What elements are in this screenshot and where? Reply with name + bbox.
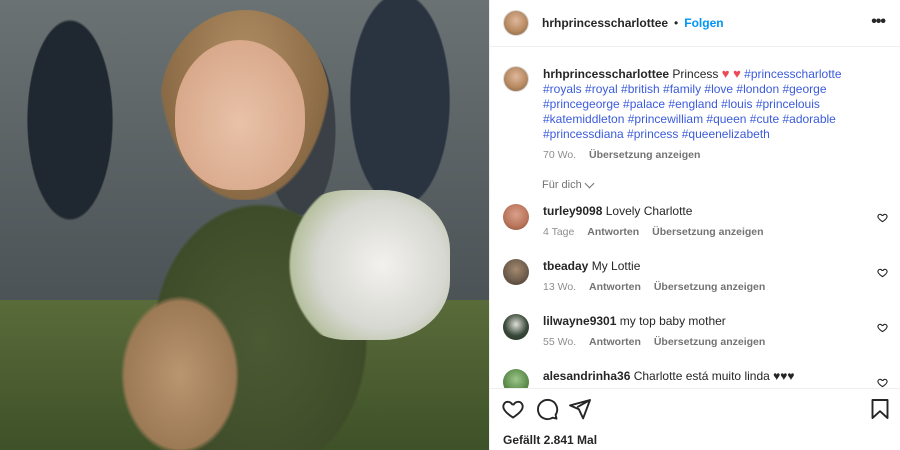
likes-count[interactable]: Gefällt 2.841 Mal <box>503 433 597 447</box>
like-comment-heart-icon[interactable] <box>877 322 888 333</box>
comment-username[interactable]: tbeaday <box>543 259 588 273</box>
list-item: turley9098 Lovely Charlotte 4 Tage Antwo… <box>503 204 888 238</box>
post-side-panel: hrhprincesscharlottee • Folgen ••• hrhpr… <box>489 0 900 450</box>
comments-scroll-area[interactable]: hrhprincesscharlottee Princess ♥ ♥ #prin… <box>490 48 900 388</box>
avatar[interactable] <box>503 369 529 388</box>
translate-link[interactable]: Übersetzung anzeigen <box>654 336 765 348</box>
like-comment-heart-icon[interactable] <box>877 377 888 388</box>
caption-text: Princess <box>672 67 719 81</box>
avatar[interactable] <box>503 66 529 92</box>
reply-button[interactable]: Antworten <box>589 336 641 348</box>
caption-username[interactable]: hrhprincesscharlottee <box>543 67 669 81</box>
avatar[interactable] <box>503 259 529 285</box>
header-username[interactable]: hrhprincesscharlottee <box>542 16 668 30</box>
share-icon[interactable] <box>568 397 592 421</box>
bookmark-icon[interactable] <box>868 397 892 421</box>
caption-translate-link[interactable]: Übersetzung anzeigen <box>589 149 700 161</box>
for-you-label: Für dich <box>542 179 582 191</box>
comment-time[interactable]: 55 Wo. <box>543 336 576 348</box>
separator-dot: • <box>674 16 679 30</box>
post-actions-bar: Gefällt 2.841 Mal <box>490 388 900 450</box>
photo-subject-face <box>175 40 305 190</box>
comment-username[interactable]: turley9098 <box>543 204 602 218</box>
avatar[interactable] <box>503 204 529 230</box>
avatar[interactable] <box>503 314 529 340</box>
comment-username[interactable]: alesandrinha36 <box>543 369 630 383</box>
chevron-down-icon <box>584 178 595 188</box>
post-header: hrhprincesscharlottee • Folgen ••• <box>490 0 900 47</box>
translate-link[interactable]: Übersetzung anzeigen <box>652 226 763 238</box>
comment-text: My Lottie <box>591 259 641 273</box>
comment-text: Lovely Charlotte <box>605 204 693 218</box>
post-caption: hrhprincesscharlottee Princess ♥ ♥ #prin… <box>503 66 888 163</box>
list-item: tbeaday My Lottie 13 Wo. Antworten Übers… <box>503 259 888 293</box>
list-item: lilwayne9301 my top baby mother 55 Wo. A… <box>503 314 888 348</box>
reply-button[interactable]: Antworten <box>589 281 641 293</box>
comment-time[interactable]: 4 Tage <box>543 226 574 238</box>
like-comment-heart-icon[interactable] <box>877 212 888 223</box>
caption-meta: 70 Wo. Übersetzung anzeigen <box>543 148 883 163</box>
list-item: alesandrinha36 Charlotte está muito lind… <box>503 369 888 388</box>
heart-icon[interactable] <box>501 397 525 421</box>
photo-wrapped-bread <box>120 295 240 450</box>
post-photo[interactable] <box>0 0 489 450</box>
comment-text: my top baby mother <box>619 314 726 328</box>
comment-icon[interactable] <box>535 397 559 421</box>
reply-button[interactable]: Antworten <box>587 226 639 238</box>
avatar[interactable] <box>503 10 529 36</box>
comment-text: Charlotte está muito linda ♥♥♥ <box>633 369 795 383</box>
more-options-icon[interactable]: ••• <box>871 13 886 31</box>
like-comment-heart-icon[interactable] <box>877 267 888 278</box>
translate-link[interactable]: Übersetzung anzeigen <box>654 281 765 293</box>
caption-time[interactable]: 70 Wo. <box>543 149 576 161</box>
for-you-filter[interactable]: Für dich <box>542 178 595 191</box>
comment-time[interactable]: 13 Wo. <box>543 281 576 293</box>
follow-button[interactable]: Folgen <box>684 16 723 30</box>
heart-emoji-icon: ♥ ♥ <box>721 66 741 81</box>
comment-username[interactable]: lilwayne9301 <box>543 314 616 328</box>
photo-bouquet <box>280 190 450 340</box>
